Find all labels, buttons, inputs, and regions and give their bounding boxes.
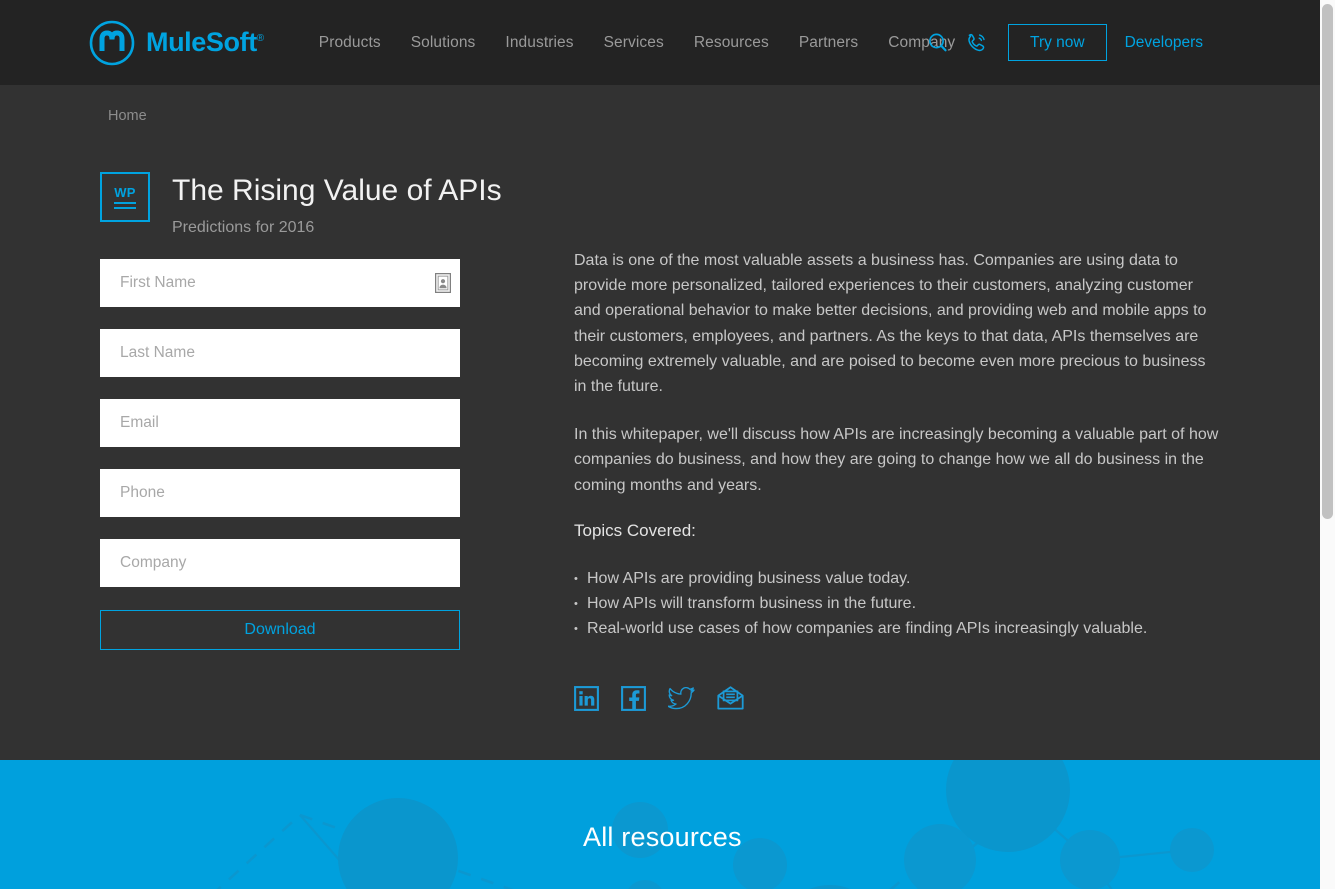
facebook-icon[interactable] bbox=[621, 685, 646, 716]
whitepaper-badge-lines bbox=[114, 201, 136, 209]
contact-card-glyph bbox=[435, 273, 452, 293]
page-subtitle: Predictions for 2016 bbox=[172, 219, 315, 236]
download-button[interactable]: Download bbox=[100, 610, 460, 650]
list-item: Real-world use cases of how companies ar… bbox=[574, 616, 1222, 642]
whitepaper-description: Data is one of the most valuable assets … bbox=[574, 248, 1222, 716]
badge-line-1 bbox=[114, 201, 136, 204]
all-resources-title: All resources bbox=[583, 822, 742, 852]
last-name-field[interactable] bbox=[100, 329, 460, 377]
search-icon[interactable] bbox=[920, 25, 956, 61]
title-text-group: The Rising Value of APIs Predictions for… bbox=[172, 172, 502, 237]
phone-glyph bbox=[968, 33, 985, 51]
list-item: How APIs are providing business value to… bbox=[574, 566, 1222, 592]
trademark-symbol: ® bbox=[256, 33, 264, 44]
breadcrumb-home[interactable]: Home bbox=[108, 108, 147, 124]
mulesoft-logo-text: MuleSoft® bbox=[146, 27, 264, 57]
nav-item-products[interactable]: Products bbox=[304, 34, 396, 52]
topics-list: How APIs are providing business value to… bbox=[574, 566, 1222, 642]
company-input[interactable] bbox=[100, 539, 460, 587]
description-paragraph-1: Data is one of the most valuable assets … bbox=[574, 252, 1207, 396]
scrollbar-thumb[interactable] bbox=[1322, 4, 1333, 519]
main-navigation: Products Solutions Industries Services R… bbox=[304, 34, 971, 52]
site-header: MuleSoft® Products Solutions Industries … bbox=[0, 0, 1320, 85]
whitepaper-badge-label: WP bbox=[114, 184, 136, 200]
nav-item-resources[interactable]: Resources bbox=[679, 34, 784, 52]
download-form: Download bbox=[100, 259, 460, 650]
mulesoft-logo-icon bbox=[89, 20, 135, 65]
last-name-input[interactable] bbox=[100, 329, 460, 377]
facebook-glyph bbox=[621, 685, 646, 711]
nav-item-industries[interactable]: Industries bbox=[490, 34, 588, 52]
page-root: MuleSoft® Products Solutions Industries … bbox=[0, 0, 1335, 889]
email-input[interactable] bbox=[100, 399, 460, 447]
nav-item-partners[interactable]: Partners bbox=[784, 34, 873, 52]
search-glyph bbox=[929, 33, 947, 51]
contact-autofill-icon[interactable] bbox=[435, 273, 452, 293]
first-name-input[interactable] bbox=[100, 259, 460, 307]
email-field[interactable] bbox=[100, 399, 460, 447]
phone-input[interactable] bbox=[100, 469, 460, 517]
phone-icon[interactable] bbox=[958, 25, 994, 61]
topics-covered-heading: Topics Covered: bbox=[574, 520, 696, 540]
all-resources-section: All resources bbox=[0, 760, 1320, 889]
first-name-field[interactable] bbox=[100, 259, 460, 307]
nav-item-services[interactable]: Services bbox=[589, 34, 679, 52]
twitter-icon[interactable] bbox=[667, 686, 695, 715]
description-paragraph-2: In this whitepaper, we'll discuss how AP… bbox=[574, 426, 1219, 494]
try-now-button[interactable]: Try now bbox=[1008, 23, 1107, 62]
linkedin-icon[interactable] bbox=[574, 685, 599, 716]
social-share-bar bbox=[574, 685, 1222, 716]
developers-link[interactable]: Developers bbox=[1125, 34, 1203, 52]
whitepaper-badge-icon: WP bbox=[100, 172, 150, 222]
email-icon[interactable] bbox=[717, 686, 744, 715]
list-item: How APIs will transform business in the … bbox=[574, 591, 1222, 617]
breadcrumb: Home bbox=[108, 108, 147, 124]
page-scrollbar[interactable] bbox=[1320, 0, 1335, 889]
header-actions: Try now Developers bbox=[920, 0, 1320, 85]
badge-line-2 bbox=[114, 206, 136, 209]
linkedin-glyph bbox=[574, 685, 599, 711]
nav-item-solutions[interactable]: Solutions bbox=[396, 34, 491, 52]
page-title: The Rising Value of APIs bbox=[172, 174, 502, 207]
mulesoft-logo[interactable]: MuleSoft® bbox=[88, 19, 264, 67]
company-field[interactable] bbox=[100, 539, 460, 587]
page-title-block: WP The Rising Value of APIs Predictions … bbox=[100, 172, 502, 237]
twitter-bird-glyph bbox=[667, 686, 695, 710]
email-envelope-glyph bbox=[717, 686, 744, 710]
phone-field[interactable] bbox=[100, 469, 460, 517]
